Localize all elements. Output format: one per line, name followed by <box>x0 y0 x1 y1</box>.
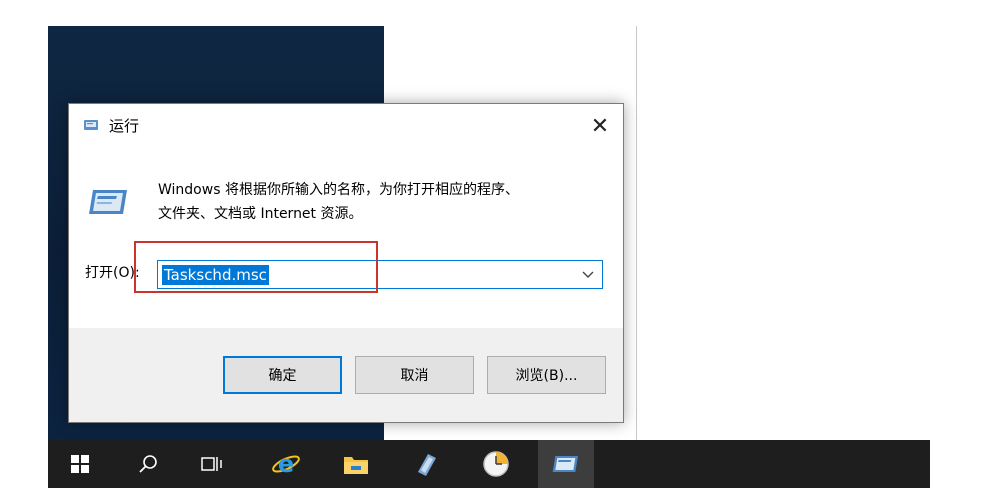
run-large-icon <box>89 190 127 214</box>
start-button[interactable] <box>56 440 104 488</box>
open-combobox[interactable]: Taskschd.msc <box>157 260 603 289</box>
dialog-titlebar[interactable]: 运行 ✕ <box>69 104 623 148</box>
dialog-content: Windows 将根据你所输入的名称，为你打开相应的程序、 文件夹、文档或 In… <box>69 148 623 328</box>
run-dialog: 运行 ✕ Windows 将根据你所输入的名称，为你打开相应的程序、 文件夹、文… <box>68 103 624 423</box>
open-input[interactable]: Taskschd.msc <box>162 265 269 285</box>
clock-button[interactable] <box>472 440 520 488</box>
run-icon <box>84 120 98 130</box>
task-view-button[interactable] <box>188 440 236 488</box>
internet-explorer-button[interactable]: e <box>262 440 310 488</box>
search-icon <box>139 455 157 473</box>
ok-button[interactable]: 确定 <box>223 356 342 394</box>
taskbar: e <box>48 440 930 488</box>
file-explorer-icon <box>344 457 368 474</box>
file-explorer-button[interactable] <box>332 440 380 488</box>
close-icon: ✕ <box>590 113 610 139</box>
task-view-icon <box>201 457 222 471</box>
svg-text:e: e <box>278 450 294 478</box>
open-label: 打开(O): <box>85 265 140 281</box>
dialog-title: 运行 <box>109 117 140 135</box>
browse-button[interactable]: 浏览(B)... <box>487 356 606 394</box>
run-icon <box>552 456 578 472</box>
server-manager-icon <box>418 454 436 476</box>
cancel-button[interactable]: 取消 <box>355 356 474 394</box>
server-manager-button[interactable] <box>402 440 450 488</box>
dialog-description: Windows 将根据你所输入的名称，为你打开相应的程序、 文件夹、文档或 In… <box>158 182 519 222</box>
internet-explorer-icon: e <box>272 450 300 478</box>
close-button[interactable]: ✕ <box>577 104 623 148</box>
chevron-down-icon[interactable] <box>582 271 594 279</box>
start-icon <box>71 455 89 473</box>
run-taskbar-button[interactable] <box>538 440 594 488</box>
clock-icon <box>483 451 509 477</box>
search-button[interactable] <box>124 440 172 488</box>
